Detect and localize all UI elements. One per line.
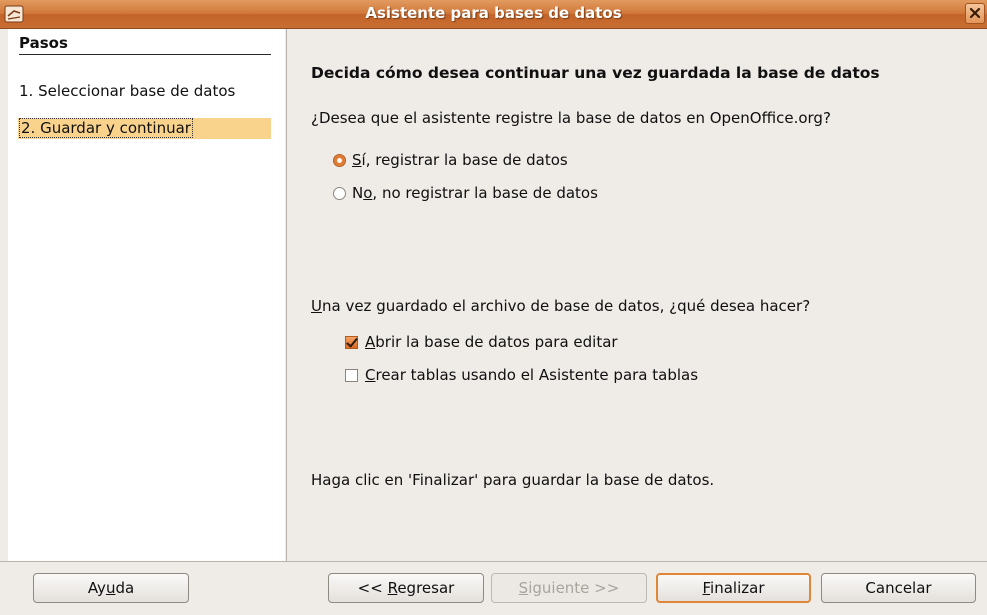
open-database-label: Abrir la base de datos para editar [365,333,618,351]
radio-checked-icon[interactable] [333,153,346,167]
register-question: ¿Desea que el asistente registre la base… [311,109,831,127]
create-tables-label: Crear tablas usando el Asistente para ta… [365,366,699,384]
back-button[interactable]: << Regresar [328,573,484,603]
close-button[interactable] [965,3,985,24]
radio-unchecked-icon[interactable] [333,186,346,200]
window-title: Asistente para bases de datos [365,4,622,22]
database-wizard-window: Asistente para bases de datos Pasos 1. S… [0,0,987,615]
open-database-checkbox[interactable]: Abrir la base de datos para editar [345,333,618,351]
steps-panel [8,29,285,561]
finish-note: Haga clic en 'Finalizar' para guardar la… [311,471,715,489]
checkbox-checked-icon[interactable] [345,335,358,349]
register-no-label: No, no registrar la base de datos [352,184,598,202]
register-yes-radio[interactable]: Sí, registrar la base de datos [333,151,568,169]
steps-divider [19,54,271,55]
after-save-question: Una vez guardado el archivo de base de d… [311,297,811,315]
help-button[interactable]: Ayuda [33,573,189,603]
register-yes-label: Sí, registrar la base de datos [352,151,568,169]
step-save-and-continue[interactable]: 2. Guardar y continuar [18,118,271,139]
register-no-radio[interactable]: No, no registrar la base de datos [333,184,598,202]
step-select-database[interactable]: 1. Seleccionar base de datos [19,82,235,100]
close-icon [969,7,981,19]
main-content: Decida cómo desea continuar una vez guar… [287,29,987,561]
steps-title: Pasos [19,34,68,52]
title-bar[interactable]: Asistente para bases de datos [0,0,987,29]
next-button[interactable]: Siguiente >> [491,573,647,603]
page-heading: Decida cómo desea continuar una vez guar… [311,64,880,82]
create-tables-checkbox[interactable]: Crear tablas usando el Asistente para ta… [345,366,698,384]
finish-button[interactable]: Finalizar [656,573,811,603]
checkbox-unchecked-icon[interactable] [345,368,358,382]
step-save-and-continue-label: 2. Guardar y continuar [19,118,193,138]
cancel-button[interactable]: Cancelar [821,573,976,603]
button-bar-divider [0,561,987,562]
